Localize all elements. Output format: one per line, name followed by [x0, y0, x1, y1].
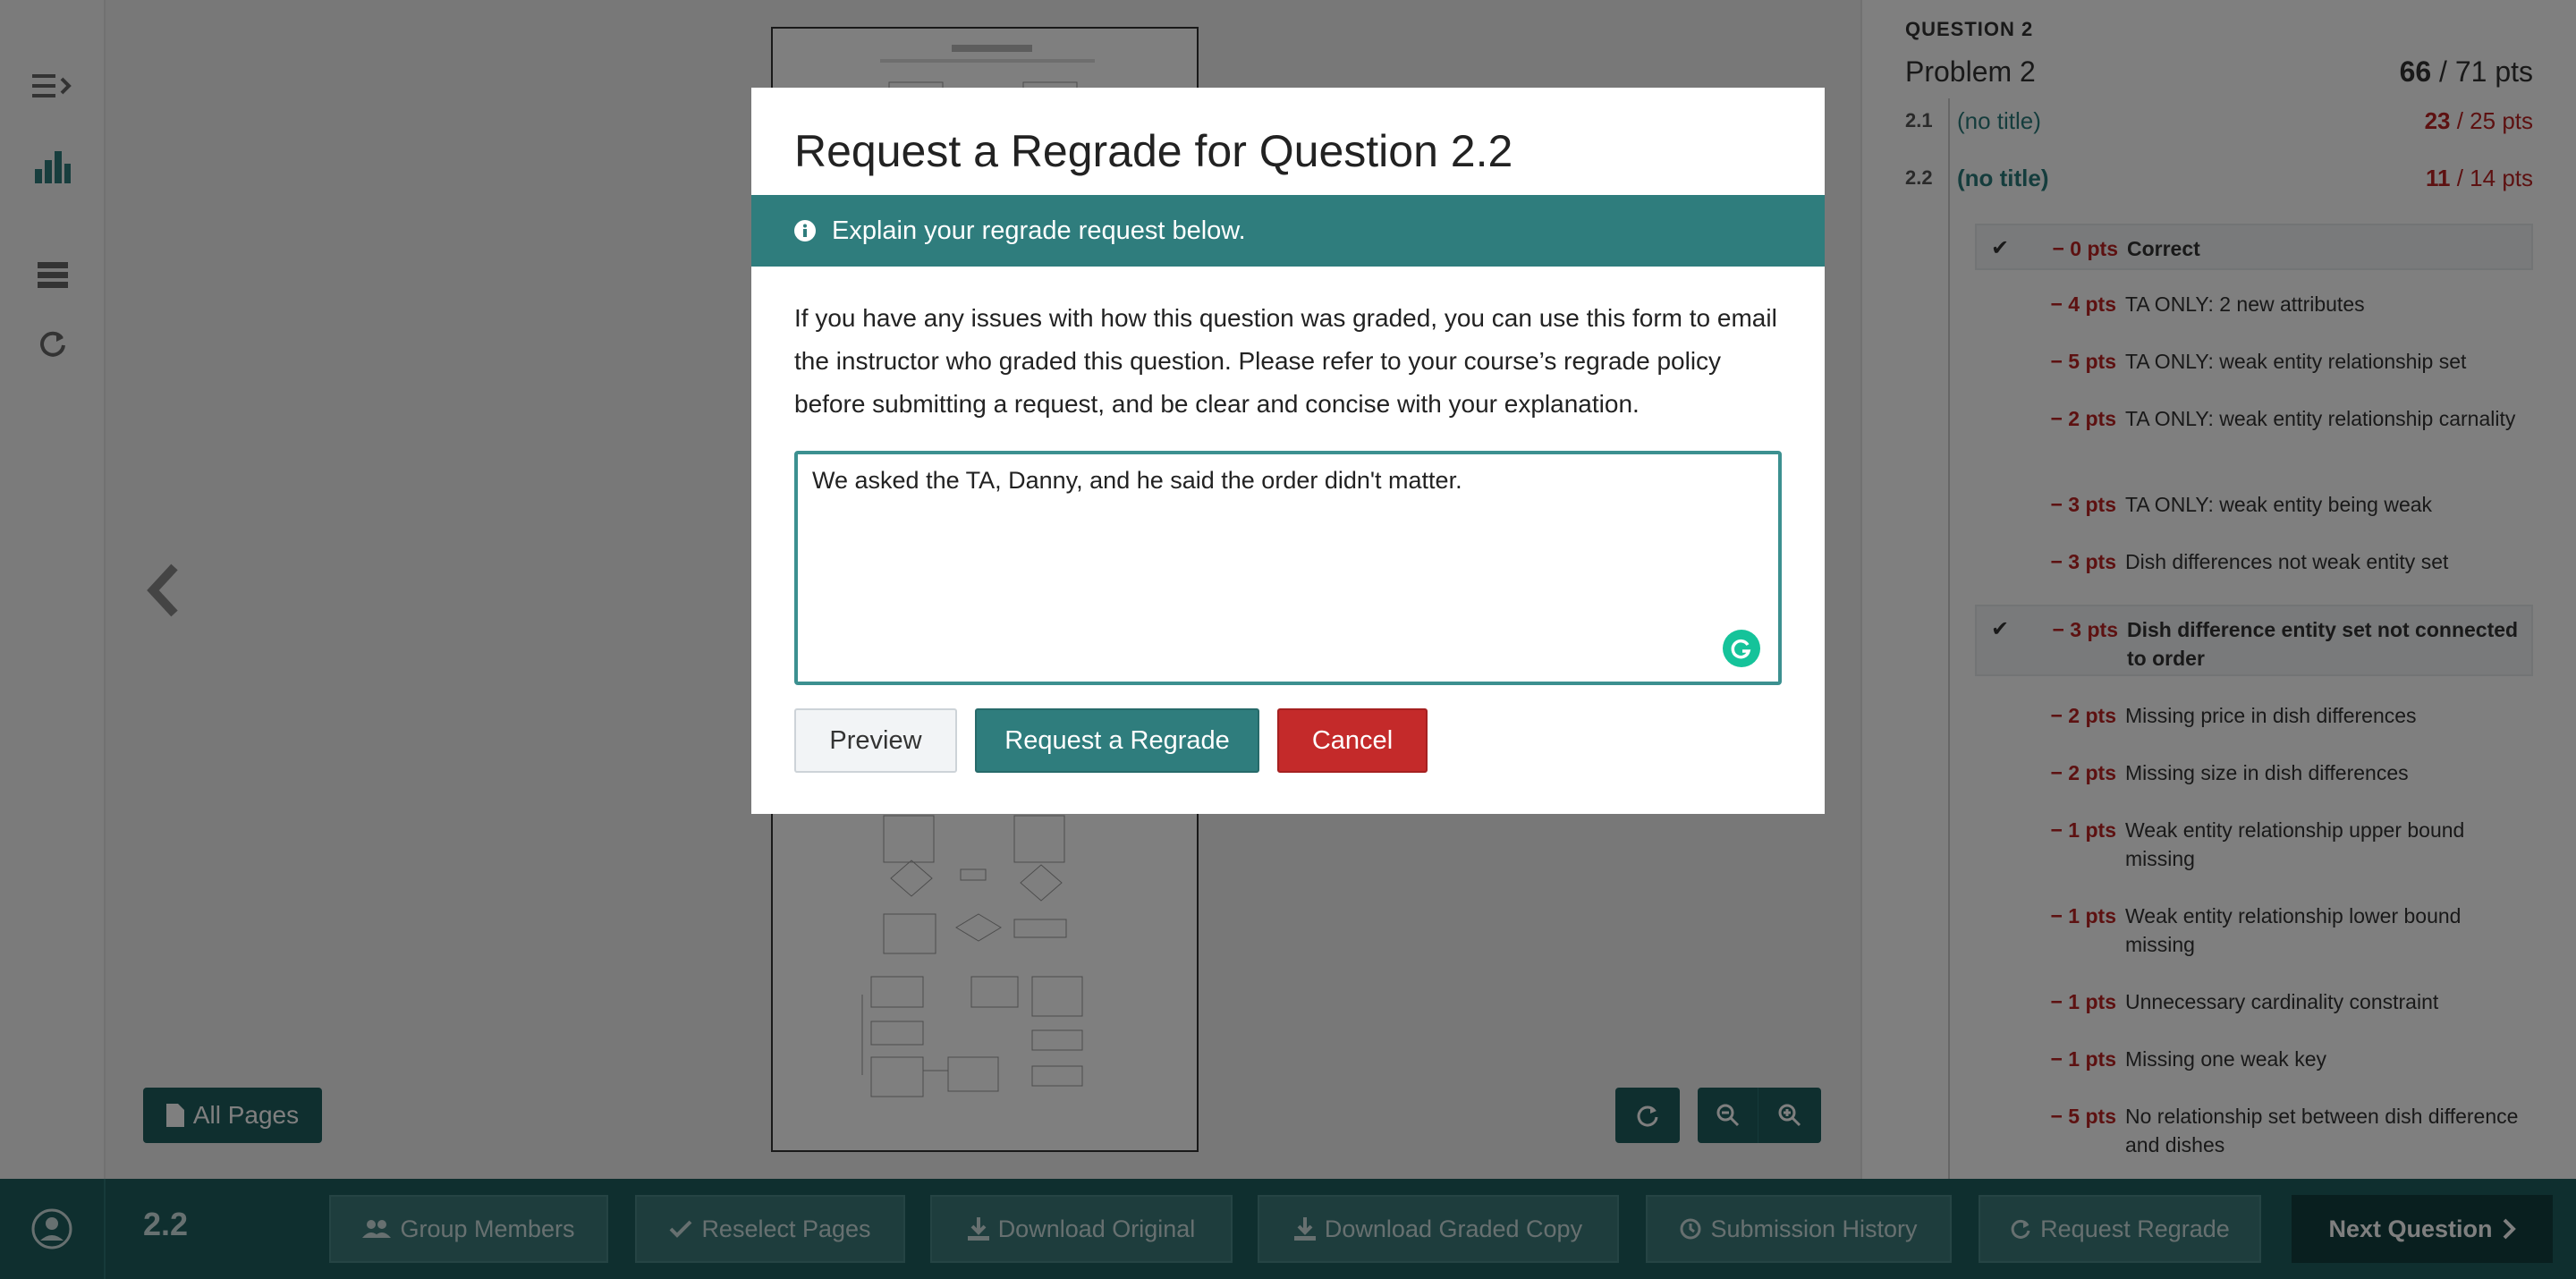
preview-button[interactable]: Preview: [794, 708, 957, 773]
info-banner-text: Explain your regrade request below.: [832, 216, 1246, 245]
regrade-explanation-textarea[interactable]: We asked the TA, Danny, and he said the …: [794, 451, 1782, 685]
info-icon: [794, 220, 816, 241]
info-banner: Explain your regrade request below.: [751, 195, 1825, 267]
submit-regrade-button[interactable]: Request a Regrade: [975, 708, 1259, 773]
modal-description: If you have any issues with how this que…: [794, 304, 1777, 418]
grammarly-icon[interactable]: [1723, 630, 1760, 667]
modal-title: Request a Regrade for Question 2.2: [794, 126, 1513, 176]
regrade-modal: Request a Regrade for Question 2.2 Expla…: [751, 88, 1825, 814]
cancel-button[interactable]: Cancel: [1277, 708, 1428, 773]
